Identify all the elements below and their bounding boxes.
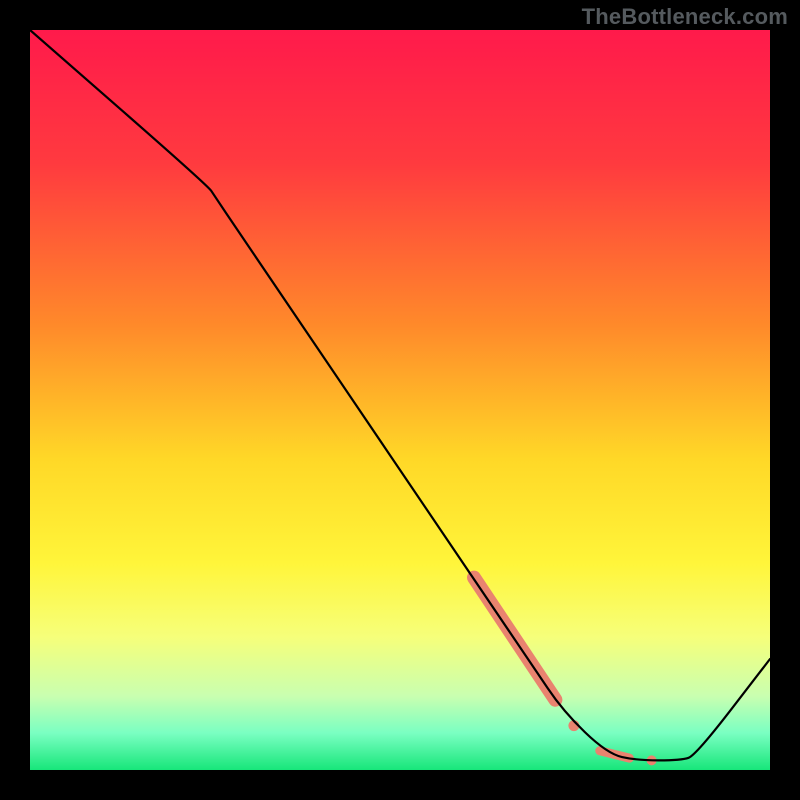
chart-frame: TheBottleneck.com	[0, 0, 800, 800]
gradient-background	[30, 30, 770, 770]
plot-area	[30, 30, 770, 770]
bottleneck-chart	[30, 30, 770, 770]
watermark-label: TheBottleneck.com	[582, 4, 788, 30]
